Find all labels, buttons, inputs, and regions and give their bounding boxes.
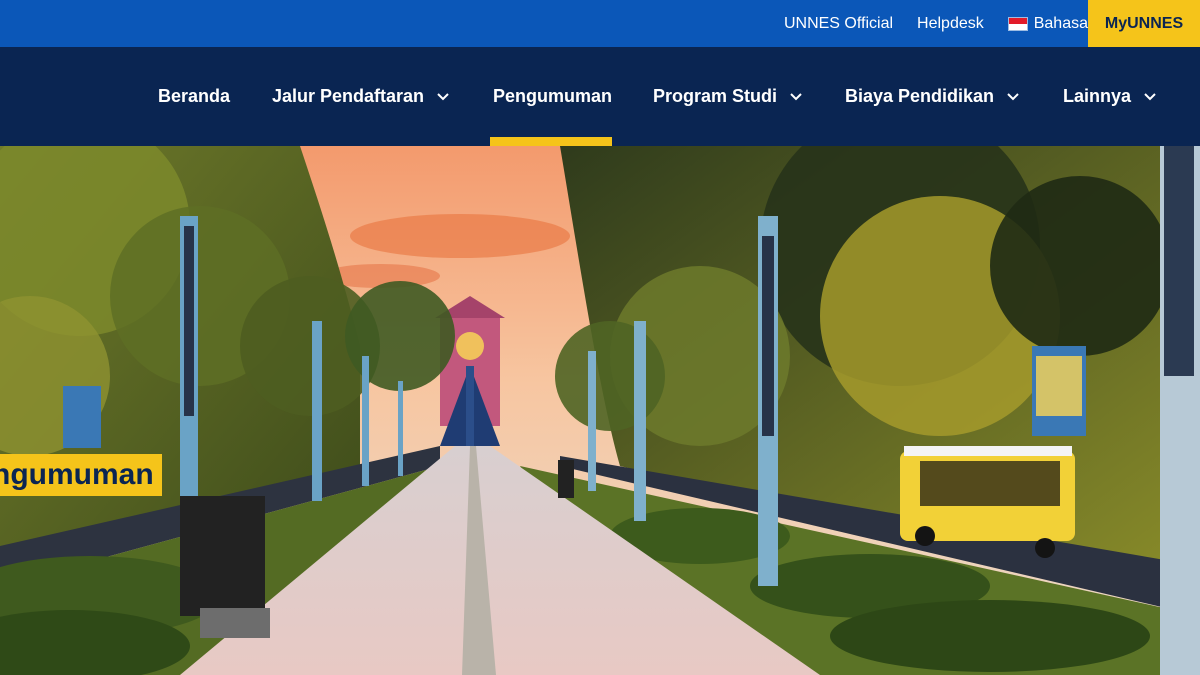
nav-item-label: Program Studi [653,86,778,106]
nav-item-lainnya[interactable]: Lainnya [1063,47,1157,146]
language-switcher[interactable]: Bahasa [1007,14,1088,33]
utility-links: UNNES Official Helpdesk Bahasa [760,0,1088,47]
nav-item-label: Biaya Pendidikan [845,86,995,106]
campus-boulevard-photo [0,146,1200,675]
nav-item-beranda[interactable]: Beranda [158,47,230,146]
page-title-tag: ngumuman [0,454,162,496]
hero-banner: ngumuman [0,146,1200,675]
helpdesk-link[interactable]: Helpdesk [917,15,984,33]
language-label: Bahasa [1033,14,1088,32]
chevron-down-icon [1143,90,1157,104]
unnes-official-link[interactable]: UNNES Official [784,15,893,33]
myunnes-button[interactable]: MyUNNES [1088,0,1200,47]
page-title: ngumuman [0,458,154,491]
chevron-down-icon [1006,90,1020,104]
nav-item-jalur-pendaftaran[interactable]: Jalur Pendaftaran [272,47,450,146]
nav-item-pengumuman[interactable]: Pengumuman [493,47,612,146]
active-nav-indicator [490,137,612,146]
chevron-down-icon [436,90,450,104]
nav-item-program-studi[interactable]: Program Studi [653,47,803,146]
nav-item-label: Beranda [158,86,231,106]
main-navigation: Beranda Jalur Pendaftaran Pengumuman Pro… [0,47,1200,146]
chevron-down-icon [789,90,803,104]
nav-item-label: Jalur Pendaftaran [272,86,425,106]
nav-item-label: Pengumuman [493,86,613,106]
indonesia-flag-icon [1007,16,1028,31]
nav-item-biaya-pendidikan[interactable]: Biaya Pendidikan [845,47,1020,146]
top-utility-bar: UNNES Official Helpdesk Bahasa MyUNNES [0,0,1200,47]
nav-item-label: Lainnya [1063,86,1132,106]
